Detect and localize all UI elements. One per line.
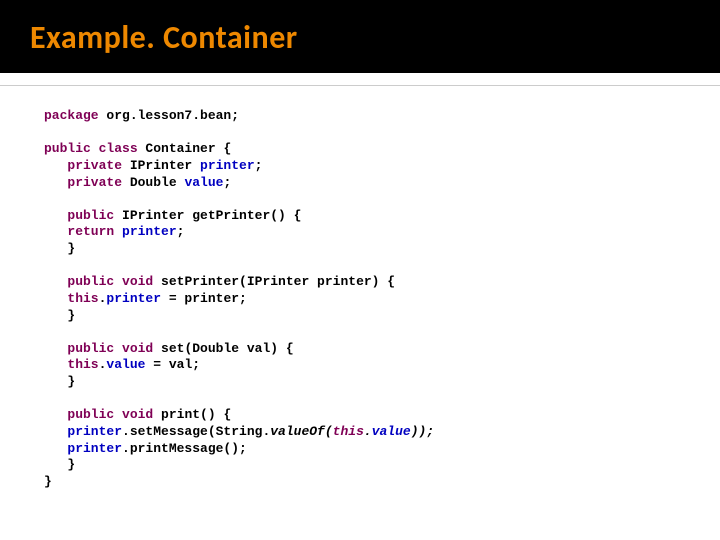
kw-this: this — [44, 291, 99, 306]
class-decl: Container { — [138, 141, 232, 156]
close-brace: } — [44, 374, 75, 389]
kw-public: public — [44, 208, 114, 223]
type-iprinter: IPrinter — [122, 158, 200, 173]
kw-this: this — [44, 357, 99, 372]
close-brace: } — [44, 457, 75, 472]
kw-private: private — [44, 158, 122, 173]
kw-public: public — [44, 341, 114, 356]
dot-italic: . — [364, 424, 372, 439]
field-printer-ref: printer — [44, 441, 122, 456]
field-printer: printer — [200, 158, 255, 173]
method-set: set(Double val) { — [153, 341, 293, 356]
method-print: print() { — [153, 407, 231, 422]
close-parens: )); — [411, 424, 434, 439]
slide-header: Example. Container — [0, 0, 720, 73]
semicolon: ; — [177, 224, 185, 239]
kw-package: package — [44, 108, 99, 123]
kw-public: public — [44, 274, 114, 289]
call-setmessage: .setMessage(String. — [122, 424, 270, 439]
kw-class: class — [91, 141, 138, 156]
type-double: Double — [122, 175, 184, 190]
semicolon: ; — [255, 158, 263, 173]
code-block: package org.lesson7.bean; public class C… — [0, 86, 720, 490]
semicolon: ; — [223, 175, 231, 190]
pkg-name: org.lesson7.bean; — [99, 108, 239, 123]
kw-private: private — [44, 175, 122, 190]
kw-void: void — [114, 274, 153, 289]
call-printmessage: .printMessage(); — [122, 441, 247, 456]
slide-title: Example. Container — [30, 18, 690, 57]
method-getprinter: IPrinter getPrinter() { — [114, 208, 301, 223]
field-value: value — [184, 175, 223, 190]
kw-return: return — [44, 224, 114, 239]
assign-val: = val; — [145, 357, 200, 372]
kw-void: void — [114, 407, 153, 422]
field-value-ref: value — [106, 357, 145, 372]
field-printer-ref: printer — [44, 424, 122, 439]
kw-this-italic: this — [333, 424, 364, 439]
kw-public: public — [44, 407, 114, 422]
kw-public: public — [44, 141, 91, 156]
field-printer-ref: printer — [114, 224, 176, 239]
close-brace: } — [44, 241, 75, 256]
assign-printer: = printer; — [161, 291, 247, 306]
field-printer-ref: printer — [106, 291, 161, 306]
field-value-italic: value — [372, 424, 411, 439]
close-brace: } — [44, 308, 75, 323]
static-valueof: valueOf( — [270, 424, 332, 439]
class-close-brace: } — [44, 474, 52, 489]
kw-void: void — [114, 341, 153, 356]
method-setprinter: setPrinter(IPrinter printer) { — [153, 274, 395, 289]
